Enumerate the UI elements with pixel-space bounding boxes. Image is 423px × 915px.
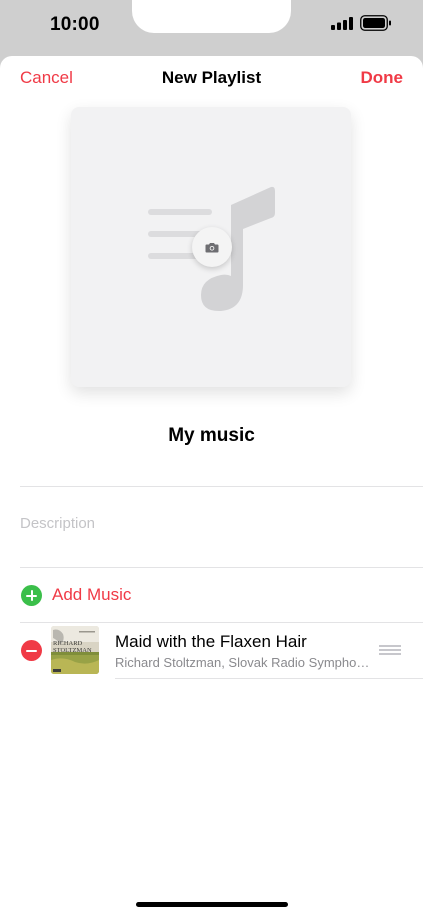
done-button[interactable]: Done [361, 68, 404, 88]
album-art-artist-text: RICHARD [53, 640, 83, 647]
divider [20, 486, 423, 487]
song-title: Maid with the Flaxen Hair [115, 632, 307, 651]
add-music-label: Add Music [52, 585, 132, 604]
status-bar: 10:00 [0, 0, 423, 56]
nav-bar: Cancel New Playlist Done [0, 56, 423, 100]
status-time: 10:00 [50, 14, 100, 35]
device-notch [132, 0, 291, 33]
song-artist: Richard Stoltzman, Slovak Radio Sympho… [115, 655, 370, 670]
add-icon [21, 585, 42, 606]
list-item[interactable]: RICHARD STOLTZMAN Maid with the Flaxen H… [0, 623, 423, 679]
add-music-button[interactable]: Add Music [0, 567, 423, 623]
divider [115, 678, 423, 679]
new-playlist-sheet: Cancel New Playlist Done My music Descri… [0, 56, 423, 915]
remove-icon[interactable] [21, 640, 42, 661]
album-art: RICHARD STOLTZMAN [51, 626, 99, 674]
album-art-image: RICHARD STOLTZMAN [51, 626, 99, 674]
signal-icon [331, 17, 353, 30]
home-indicator[interactable] [136, 902, 288, 907]
camera-button[interactable] [192, 227, 232, 267]
album-art-artist-text: STOLTZMAN [53, 647, 92, 654]
playlist-name-field[interactable]: My music [0, 425, 423, 447]
battery-icon [360, 15, 391, 31]
camera-icon [205, 242, 219, 252]
description-field[interactable]: Description [20, 515, 95, 532]
drag-handle-icon[interactable] [379, 645, 401, 655]
playlist-artwork[interactable] [71, 107, 351, 387]
